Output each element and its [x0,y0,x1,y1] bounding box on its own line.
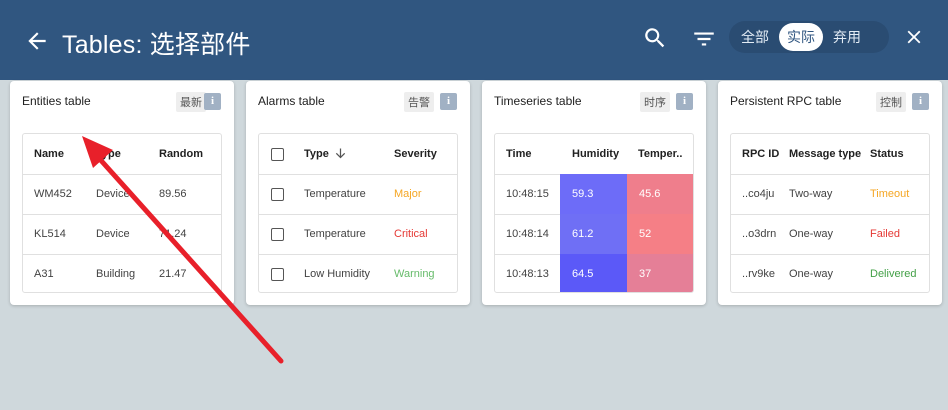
preview-table: Time Humidity Temper.. 10:48:15 59.3 45.… [494,133,694,293]
card-badge: 最新 [176,92,206,112]
column-header: Temper.. [638,148,683,160]
table-cell: 71.24 [159,228,187,240]
select-all-checkbox[interactable] [271,147,284,161]
page-title: Tables: 选择部件 [62,31,251,59]
column-header: Type [304,148,329,160]
table-cell: WM452 [34,188,72,200]
widget-card-persistent-rpc-table[interactable]: Persistent RPC table 控制 i RPC ID Message… [718,81,942,305]
table-row: A31 Building 21.47 [23,254,221,292]
toggle-actual[interactable]: 实际 [779,23,823,51]
widget-filter-toggle: 全部 实际 弃用 [729,21,889,53]
info-icon[interactable]: i [204,93,221,110]
temperature-cell: 37 [627,254,693,292]
temperature-cell: 52 [627,214,693,254]
table-cell: Device [96,228,130,240]
table-header: RPC ID Message type Status [731,134,929,175]
preview-table: Type Severity Temperature Major Temperat… [258,133,458,293]
info-icon[interactable]: i [676,93,693,110]
widget-card-timeseries-table[interactable]: Timeseries table 时序 i Time Humidity Temp… [482,81,706,305]
table-row: 10:48:13 64.5 37 [495,254,693,292]
table-cell: One-way [789,228,834,240]
card-badge: 告警 [404,92,434,112]
table-row: ..o3drn One-way Failed [731,214,929,255]
table-cell: KL514 [34,228,66,240]
table-row: Temperature Major [259,174,457,215]
table-row: 10:48:15 59.3 45.6 [495,174,693,215]
table-cell: Device [96,188,130,200]
humidity-cell: 64.5 [560,254,627,292]
row-checkbox[interactable] [271,227,284,241]
table-cell: 21.47 [159,268,187,280]
preview-table: Name Type Random WM452 Device 89.56 KL51… [22,133,222,293]
status-label: Failed [870,228,900,240]
table-cell: ..co4ju [742,188,775,200]
severity-label: Warning [394,268,435,280]
top-bar: Tables: 选择部件 全部 实际 弃用 [0,0,948,80]
severity-label: Major [394,188,422,200]
table-cell: ..rv9ke [742,268,776,280]
column-header: Random [159,148,203,160]
table-cell: One-way [789,268,834,280]
info-icon[interactable]: i [912,93,929,110]
table-row: 10:48:14 61.2 52 [495,214,693,255]
toggle-deprecated[interactable]: 弃用 [825,23,869,51]
column-header: Name [34,148,64,160]
info-icon[interactable]: i [440,93,457,110]
table-cell: Two-way [789,188,833,200]
column-header: Humidity [572,148,620,160]
table-row: Temperature Critical [259,214,457,255]
card-badge: 控制 [876,92,906,112]
humidity-cell: 61.2 [560,214,627,254]
card-title: Persistent RPC table [730,94,842,108]
card-title: Alarms table [258,94,325,108]
table-header: Type Severity [259,134,457,175]
row-checkbox[interactable] [271,267,284,281]
humidity-cell: 59.3 [560,174,627,214]
column-header: Severity [394,148,437,160]
sort-arrow-down-icon[interactable] [333,146,348,161]
table-cell: ..o3drn [742,228,777,240]
column-header: Message type [789,148,862,160]
status-label: Timeout [870,188,910,200]
table-cell: Low Humidity [304,268,371,280]
table-cell: Temperature [304,228,366,240]
preview-table: RPC ID Message type Status ..co4ju Two-w… [730,133,930,293]
column-header: RPC ID [742,148,780,160]
card-title: Timeseries table [494,94,582,108]
table-cell: 10:48:14 [506,228,549,240]
table-cell: A31 [34,268,54,280]
table-header: Name Type Random [23,134,221,175]
table-cell: Temperature [304,188,366,200]
table-cell: 10:48:15 [506,188,549,200]
search-icon[interactable] [642,25,668,51]
table-row: ..rv9ke One-way Delivered [731,254,929,292]
close-icon[interactable] [903,26,925,48]
card-badge: 时序 [640,92,670,112]
column-header: Status [870,148,904,160]
table-cell: 10:48:13 [506,268,549,280]
column-header: Time [506,148,532,160]
widget-card-entities-table[interactable]: Entities table 最新 i Name Type Random WM4… [10,81,234,305]
widget-card-alarms-table[interactable]: Alarms table 告警 i Type Severity Temperat… [246,81,470,305]
table-header: Time Humidity Temper.. [495,134,693,175]
temperature-cell: 45.6 [627,174,693,214]
severity-label: Critical [394,228,428,240]
table-row: ..co4ju Two-way Timeout [731,174,929,215]
row-checkbox[interactable] [271,187,284,201]
back-arrow-icon[interactable] [24,28,50,54]
table-row: WM452 Device 89.56 [23,174,221,215]
filter-icon[interactable] [691,26,717,52]
toggle-all[interactable]: 全部 [733,23,777,51]
column-header: Type [96,148,121,160]
status-label: Delivered [870,268,917,280]
table-cell: 89.56 [159,188,187,200]
card-title: Entities table [22,94,91,108]
table-row: KL514 Device 71.24 [23,214,221,255]
table-cell: Building [96,268,136,280]
table-row: Low Humidity Warning [259,254,457,292]
